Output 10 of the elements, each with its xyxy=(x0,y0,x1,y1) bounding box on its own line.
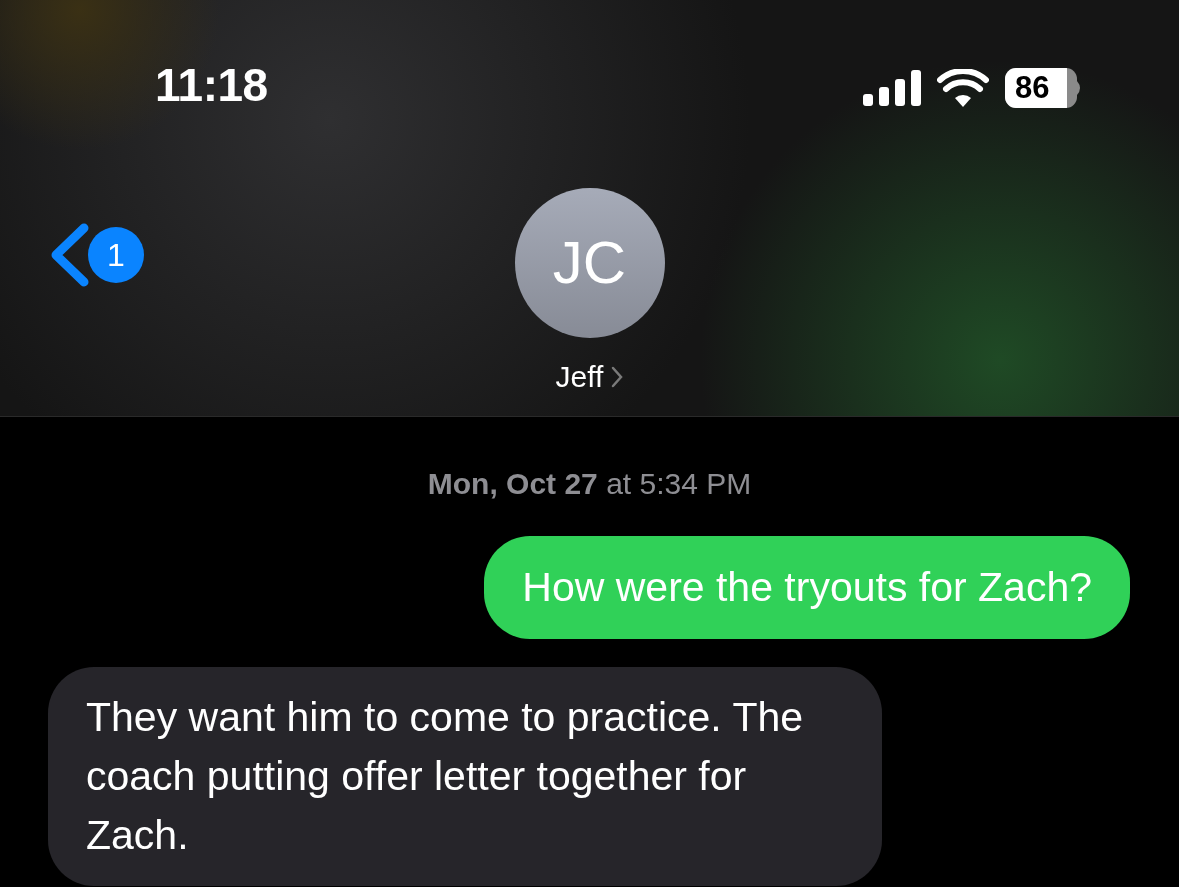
contact-avatar[interactable]: JC xyxy=(514,188,665,338)
wifi-icon xyxy=(937,69,989,107)
chevron-icon[interactable] xyxy=(611,365,624,388)
contact-name[interactable]: Jeff xyxy=(555,354,604,399)
timestamp: Mon, Oct 27 at 5:34 PM xyxy=(426,466,753,502)
received-message: They want him to come to practice. The coach putting offer letter together for Zach. xyxy=(48,667,882,886)
signal-icon xyxy=(863,70,921,106)
back-button[interactable]: 1 xyxy=(48,222,144,288)
sent-message: How were the tryouts for Zach? xyxy=(484,536,1130,639)
status-time: 11:18 xyxy=(155,62,268,108)
